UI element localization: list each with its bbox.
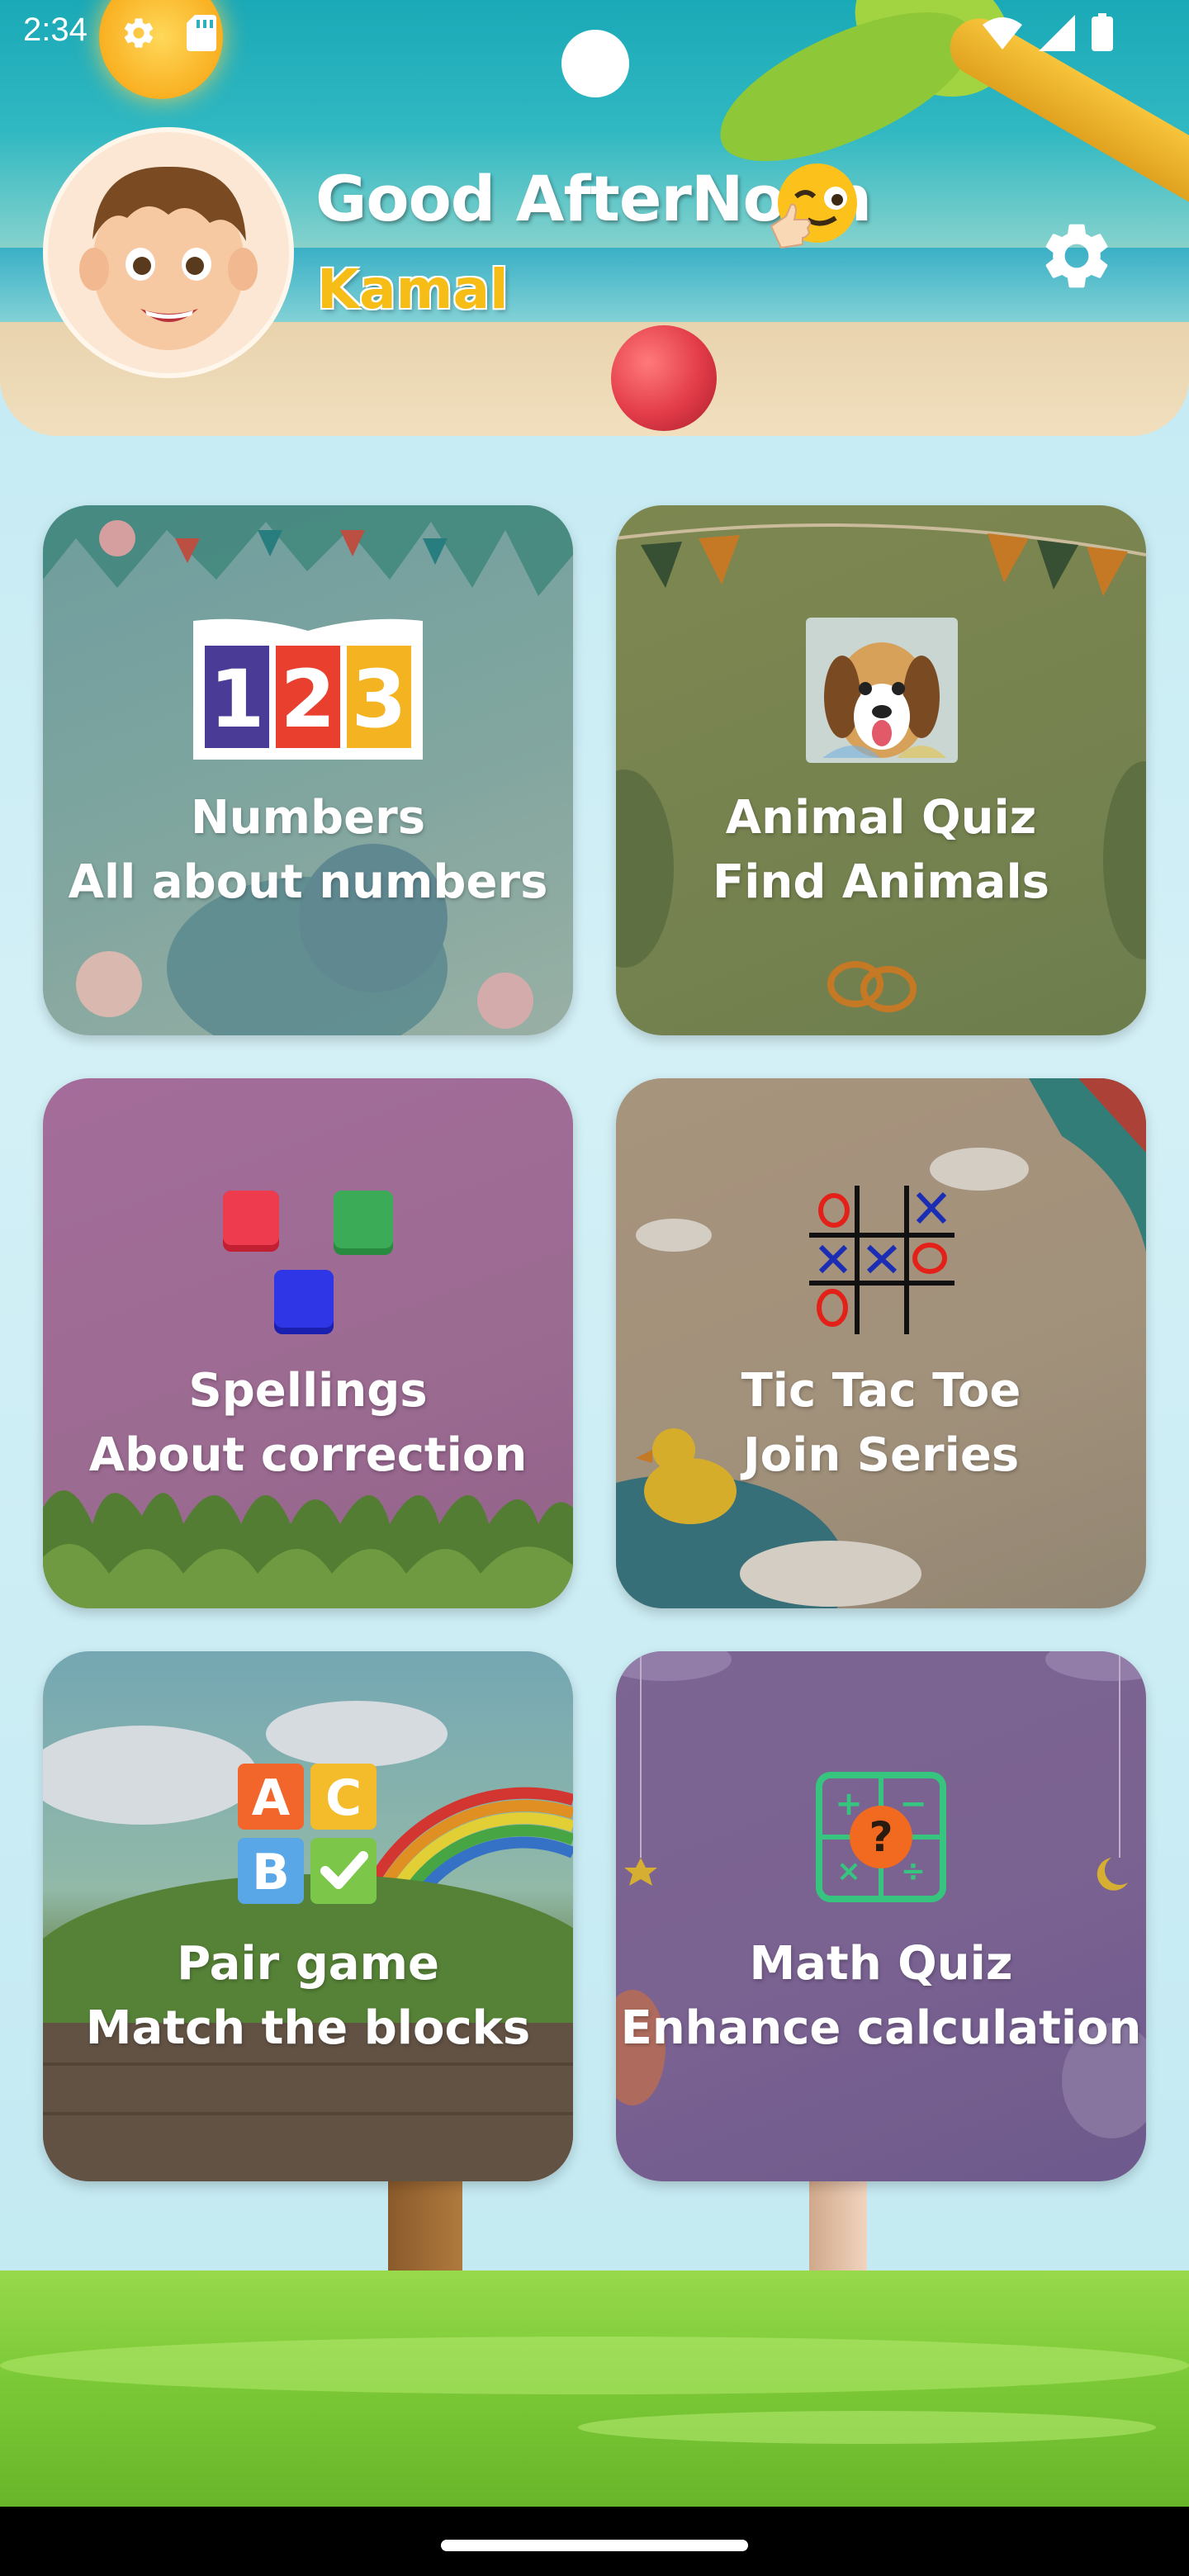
- pair-game-card[interactable]: A C B Pair game Match the blocks: [43, 1651, 573, 2181]
- svg-text:?: ?: [869, 1813, 893, 1861]
- svg-text:A: A: [252, 1769, 291, 1827]
- math-quiz-card[interactable]: + − × ÷ ? Math Quiz Enhance calculation: [616, 1651, 1146, 2181]
- colored-blocks-icon: [223, 1191, 393, 1334]
- home-gesture-handle[interactable]: [441, 2540, 748, 2551]
- card-subtitle: About correction: [88, 1428, 528, 1482]
- card-subtitle: Enhance calculation: [620, 2001, 1142, 2055]
- wifi-icon: [983, 17, 1022, 50]
- settings-icon: [124, 18, 154, 48]
- abc-blocks-icon: A C B: [238, 1764, 377, 1904]
- svg-text:B: B: [252, 1844, 290, 1901]
- beach-ball-decoration: [611, 325, 717, 431]
- gear-icon: [1045, 224, 1108, 288]
- svg-text:3: 3: [352, 653, 407, 746]
- grass-highlight: [578, 2411, 1156, 2444]
- username-text: Kamal: [317, 258, 509, 321]
- boy-avatar-icon: [79, 166, 258, 350]
- settings-button[interactable]: [1037, 216, 1116, 296]
- avatar[interactable]: [43, 127, 294, 378]
- card-subtitle: Find Animals: [713, 855, 1049, 909]
- card-subtitle: Join Series: [742, 1428, 1020, 1482]
- card-title: Pair game: [177, 1937, 439, 1991]
- numbers-card[interactable]: 1 2 3 Numbers All about numbers: [43, 505, 573, 1035]
- card-title: Math Quiz: [749, 1937, 1013, 1991]
- card-title: Tic Tac Toe: [741, 1364, 1021, 1418]
- grass-highlight: [0, 2337, 1189, 2394]
- signal-icon: [1039, 15, 1075, 51]
- svg-text:1: 1: [210, 653, 265, 746]
- dog-picture-icon: [806, 618, 958, 763]
- card-subtitle: All about numbers: [68, 855, 548, 909]
- card-title: Animal Quiz: [725, 791, 1037, 845]
- math-calculator-icon: + − × ÷ ?: [816, 1772, 946, 1902]
- numbers-123-icon: 1 2 3: [193, 618, 423, 760]
- tic-tac-toe-card[interactable]: Tic Tac Toe Join Series: [616, 1078, 1146, 1608]
- battery-icon: [1092, 13, 1113, 51]
- card-subtitle: Match the blocks: [85, 2001, 531, 2055]
- camera-cutout: [561, 30, 629, 97]
- animal-quiz-card[interactable]: Animal Quiz Find Animals: [616, 505, 1146, 1035]
- svg-text:÷: ÷: [901, 1854, 926, 1888]
- spellings-card[interactable]: Spellings About correction: [43, 1078, 573, 1608]
- status-time: 2:34: [23, 12, 88, 48]
- svg-text:C: C: [325, 1769, 362, 1827]
- sd-card-icon: [187, 15, 216, 51]
- card-title: Spellings: [188, 1364, 428, 1418]
- card-title: Numbers: [190, 791, 426, 845]
- winking-thumbs-up-emoji-icon: [763, 159, 862, 258]
- tic-tac-toe-icon: [809, 1186, 955, 1334]
- svg-text:2: 2: [281, 653, 336, 746]
- svg-text:×: ×: [836, 1854, 861, 1888]
